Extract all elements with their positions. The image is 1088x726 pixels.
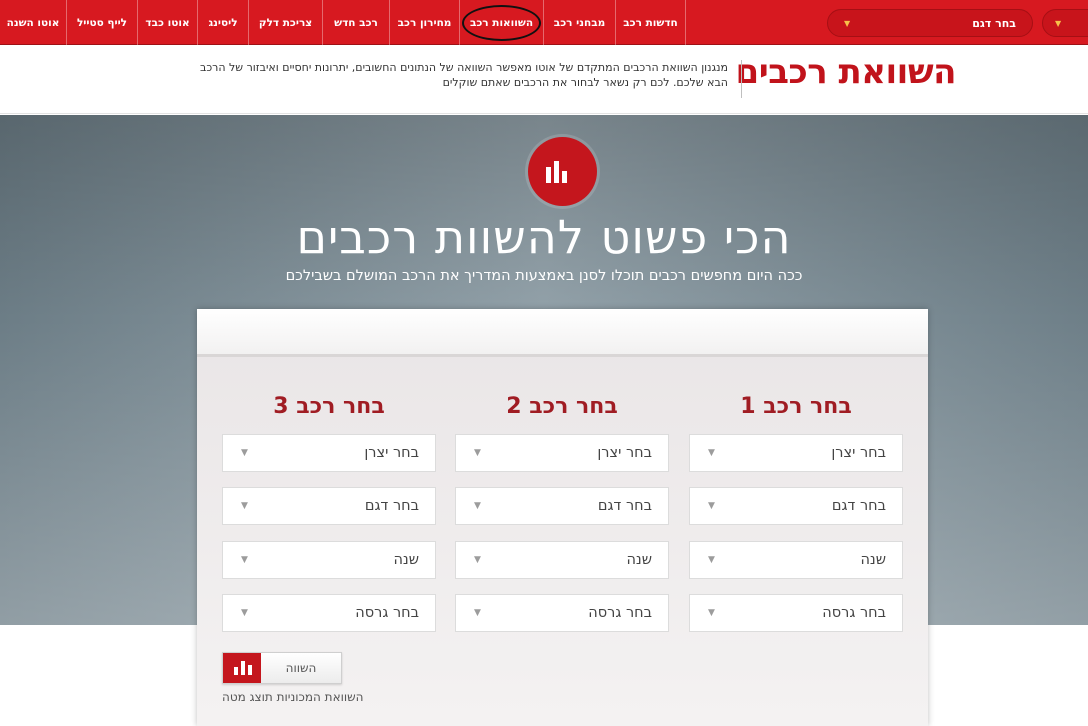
nav-item-leasing[interactable]: ליסינג: [198, 0, 249, 45]
page-description: מנגנון השוואת הרכבים המתקדם של אוטו מאפש…: [199, 61, 728, 89]
hero-headline: הכי פשוט להשוות רכבים: [296, 210, 792, 264]
chevron-down-icon: ▼: [241, 448, 248, 458]
compare-panel-header: [197, 309, 928, 357]
nav-item-car-news[interactable]: חדשות רכב: [616, 0, 686, 45]
chevron-down-icon: ▼: [708, 608, 715, 618]
car-1-title: בחר רכב 1: [740, 394, 852, 419]
nav-item-car-of-the-year[interactable]: אוטו השנה: [0, 0, 67, 45]
car-1-model-select[interactable]: בחר דגם ▼: [689, 487, 903, 525]
page-title: השוואת רכבים: [735, 52, 957, 92]
chevron-down-icon: ▼: [708, 555, 715, 565]
nav-item-price-list[interactable]: מחירון רכב: [390, 0, 460, 45]
nav-item-car-tests[interactable]: מבחני רכב: [544, 0, 616, 45]
nav-item-fuel-consumption[interactable]: צריכת דלק: [249, 0, 323, 45]
car-2-year-select[interactable]: שנה ▼: [455, 541, 669, 579]
page-header: השוואת רכבים מנגנון השוואת הרכבים המתקדם…: [0, 46, 1088, 114]
compare-button[interactable]: השווה: [222, 652, 342, 684]
select-value: שנה: [860, 552, 886, 568]
chevron-down-icon: ▼: [708, 448, 715, 458]
bar-chart-glyph: [546, 161, 567, 183]
compare-note: השוואת המכוניות תוצג מטה: [222, 690, 364, 704]
car-1-manufacturer-select[interactable]: בחר יצרן ▼: [689, 434, 903, 472]
select-value: בחר יצרן: [364, 445, 419, 461]
title-divider: [741, 60, 742, 98]
nav-item-new-car[interactable]: רכב חדש: [323, 0, 390, 45]
chevron-down-icon: ▼: [241, 608, 248, 618]
manufacturer-select[interactable]: ▼: [1042, 9, 1088, 37]
bar-chart-icon: [528, 137, 597, 206]
compare-button-label: השווה: [285, 661, 317, 675]
car-1-year-select[interactable]: שנה ▼: [689, 541, 903, 579]
select-value: שנה: [393, 552, 419, 568]
car-3-manufacturer-select[interactable]: בחר יצרן ▼: [222, 434, 436, 472]
nav-list: אוטו השנה לייף סטייל אוטו כבד ליסינג צרי…: [0, 0, 686, 45]
model-select[interactable]: בחר דגם ▼: [827, 9, 1033, 37]
chevron-down-icon: ▼: [844, 18, 851, 28]
select-value: בחר גרסה: [822, 605, 886, 621]
bar-chart-icon: [223, 653, 261, 683]
select-value: שנה: [626, 552, 652, 568]
nav-item-car-comparisons[interactable]: השוואות רכב: [460, 0, 544, 45]
chevron-down-icon: ▼: [474, 555, 481, 565]
chevron-down-icon: ▼: [474, 501, 481, 511]
chevron-down-icon: ▼: [474, 608, 481, 618]
car-2-manufacturer-select[interactable]: בחר יצרן ▼: [455, 434, 669, 472]
chevron-down-icon: ▼: [708, 501, 715, 511]
select-value: בחר יצרן: [831, 445, 886, 461]
chevron-down-icon: ▼: [241, 501, 248, 511]
car-2-model-select[interactable]: בחר דגם ▼: [455, 487, 669, 525]
model-select-label: בחר דגם: [972, 16, 1016, 30]
car-3-year-select[interactable]: שנה ▼: [222, 541, 436, 579]
chevron-down-icon: ▼: [474, 448, 481, 458]
car-2-version-select[interactable]: בחר גרסה ▼: [455, 594, 669, 632]
chevron-down-icon: ▼: [1055, 18, 1062, 28]
nav-item-lifestyle[interactable]: לייף סטייל: [67, 0, 138, 45]
car-3-version-select[interactable]: בחר גרסה ▼: [222, 594, 436, 632]
select-value: בחר דגם: [597, 498, 652, 514]
car-3-title: בחר רכב 3: [273, 394, 385, 419]
select-value: בחר יצרן: [597, 445, 652, 461]
select-value: בחר גרסה: [355, 605, 419, 621]
car-3-model-select[interactable]: בחר דגם ▼: [222, 487, 436, 525]
select-value: בחר דגם: [364, 498, 419, 514]
select-value: בחר גרסה: [588, 605, 652, 621]
select-value: בחר דגם: [831, 498, 886, 514]
nav-item-heavy-vehicles[interactable]: אוטו כבד: [138, 0, 198, 45]
top-navbar: אוטו השנה לייף סטייל אוטו כבד ליסינג צרי…: [0, 0, 1088, 45]
car-1-version-select[interactable]: בחר גרסה ▼: [689, 594, 903, 632]
bar-chart-glyph: [234, 661, 252, 675]
hero-subheadline: ככה היום מחפשים רכבים תוכלו לסנן באמצעות…: [285, 268, 803, 284]
car-2-title: בחר רכב 2: [506, 394, 618, 419]
chevron-down-icon: ▼: [241, 555, 248, 565]
